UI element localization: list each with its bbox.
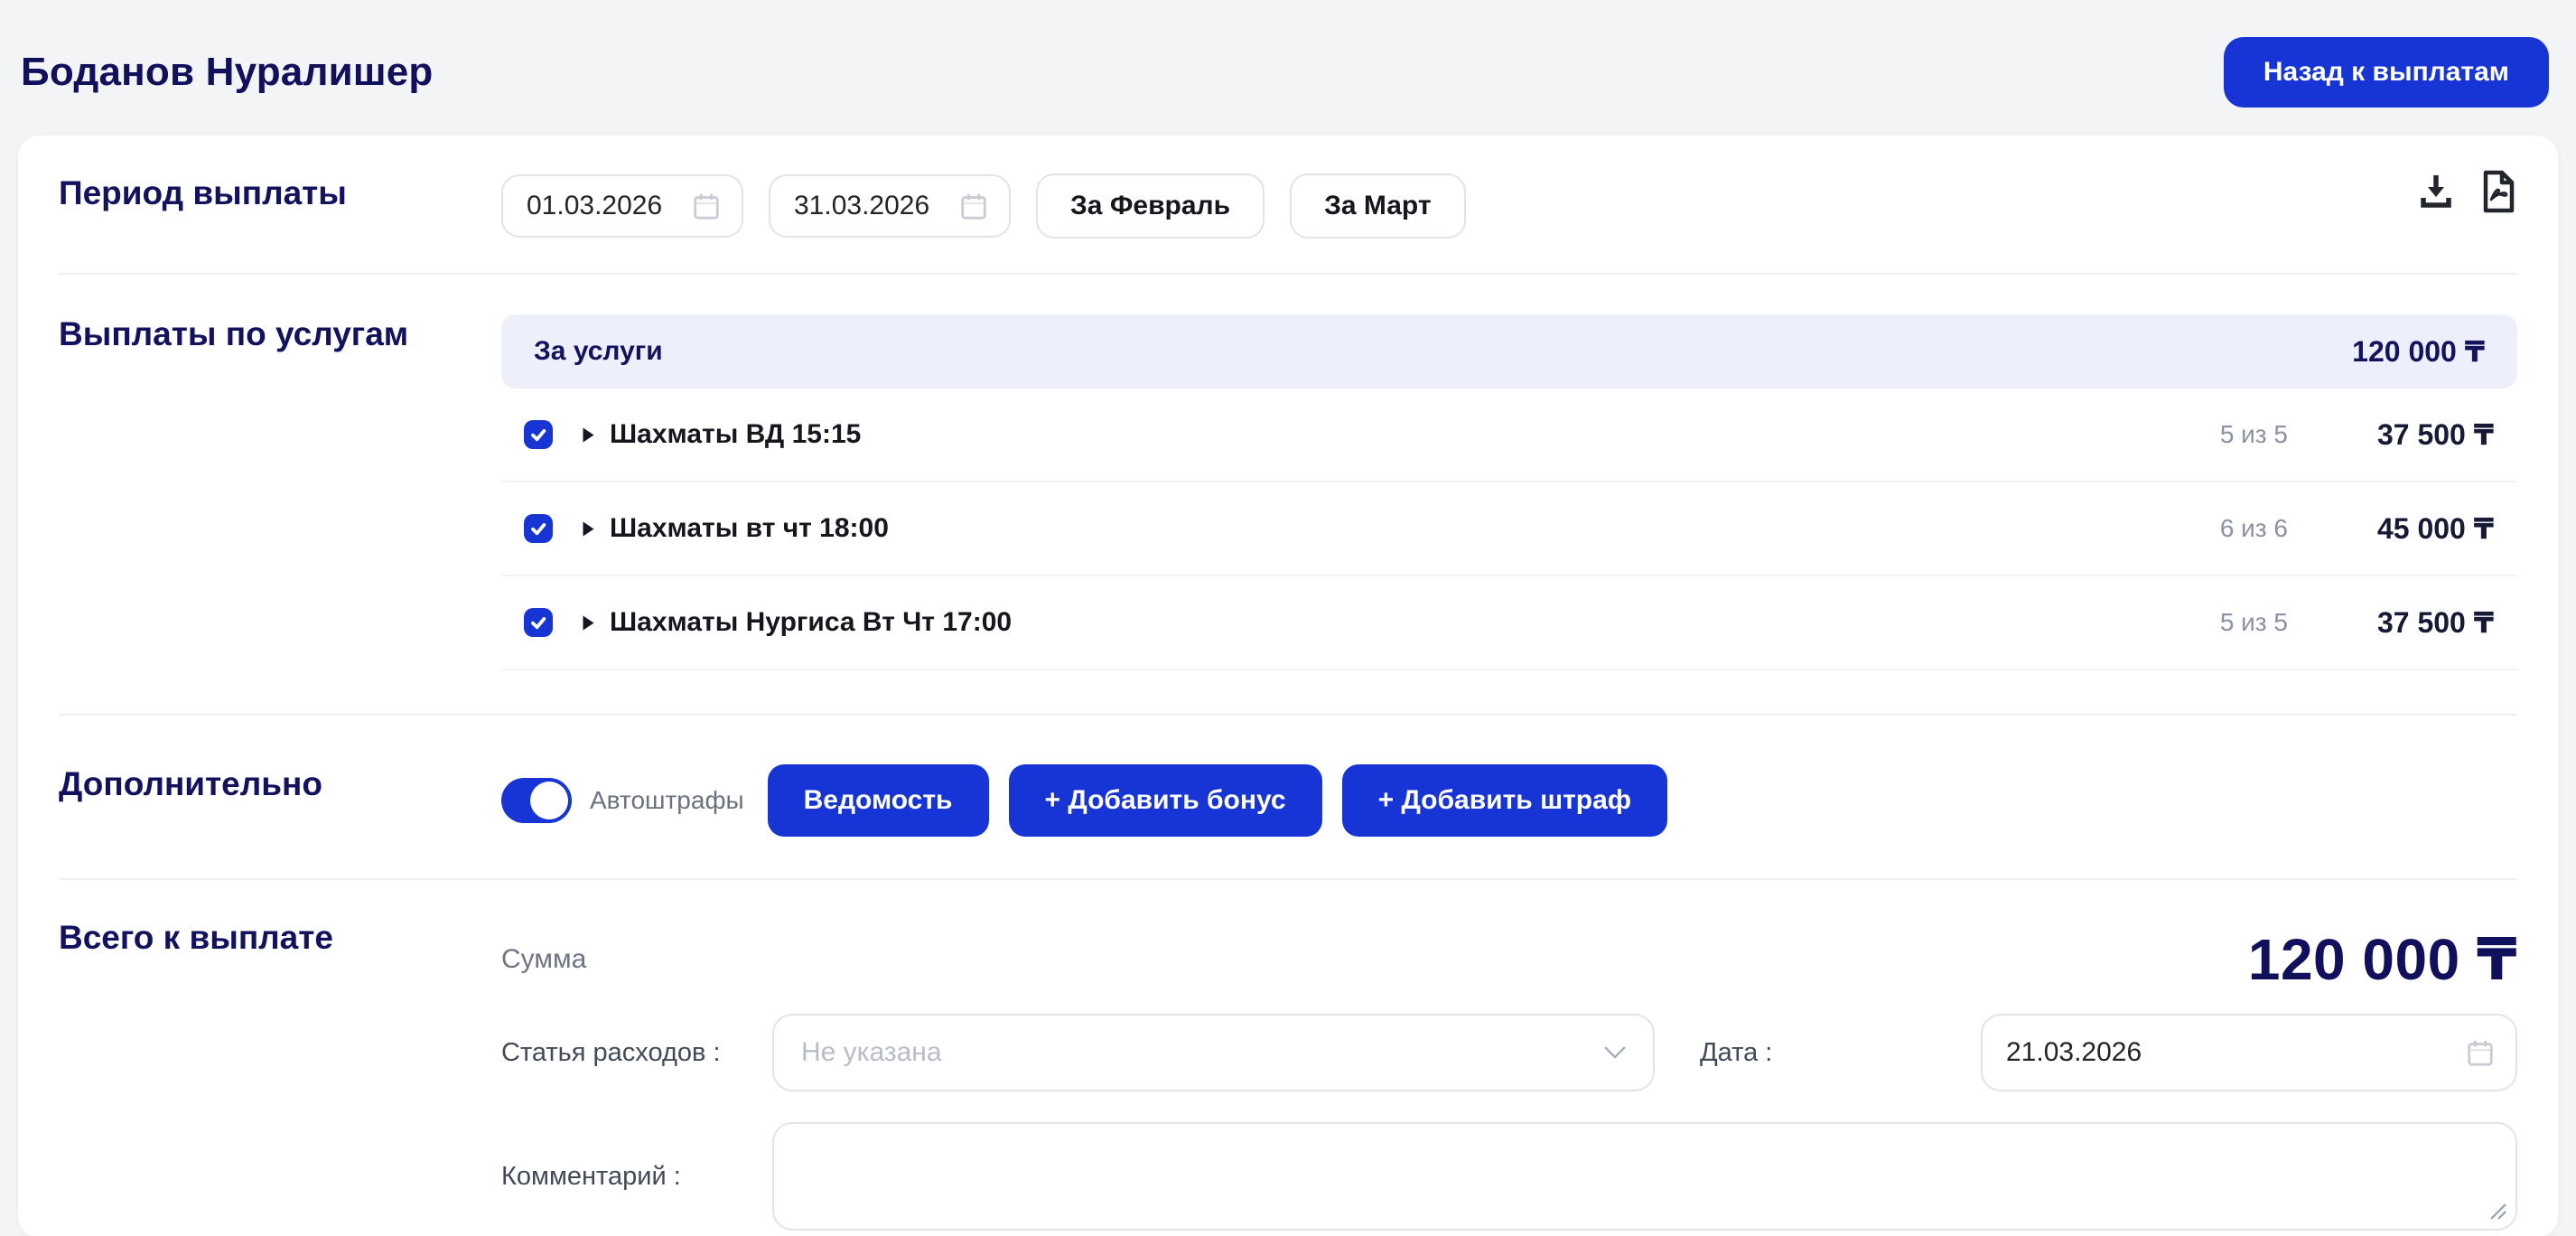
calendar-icon — [958, 191, 989, 221]
autofines-toggle[interactable] — [501, 778, 572, 823]
section-total: Всего к выплате Сумма 120 000 ₸ Статья р… — [59, 878, 2517, 1231]
service-checkbox[interactable] — [524, 608, 553, 637]
sum-row: Сумма 120 000 ₸ — [501, 918, 2517, 1001]
section-services: Выплаты по услугам За услуги 120 000 ₸ Ш… — [59, 273, 2517, 714]
services-group-title: За услуги — [534, 336, 663, 367]
service-amount: 37 500 ₸ — [2322, 605, 2494, 640]
payout-date-input[interactable]: 21.03.2026 — [1981, 1014, 2517, 1091]
calendar-icon — [2465, 1037, 2496, 1068]
service-name: Шахматы ВД 15:15 — [610, 419, 861, 450]
expand-arrow-icon[interactable] — [582, 426, 595, 444]
payout-date-label: Дата : — [1700, 1038, 1772, 1068]
service-name: Шахматы вт чт 18:00 — [610, 513, 889, 544]
for-february-button[interactable]: За Февраль — [1036, 173, 1265, 239]
export-pdf-button[interactable] — [2479, 170, 2517, 213]
chevron-down-icon — [1602, 1044, 1628, 1061]
section-period: Период выплаты 01.03.2026 31.03.2026 За … — [59, 136, 2517, 273]
page-title: Боданов Нуралишер — [21, 50, 433, 95]
services-spacer — [501, 670, 2517, 714]
add-fine-button[interactable]: + Добавить штраф — [1342, 764, 1667, 837]
sum-label: Сумма — [501, 944, 586, 975]
expense-category-label: Статья расходов : — [501, 1038, 772, 1068]
service-name: Шахматы Нургиса Вт Чт 17:00 — [610, 607, 1012, 638]
back-to-payments-button[interactable]: Назад к выплатам — [2224, 37, 2549, 108]
service-checkbox[interactable] — [524, 514, 553, 543]
add-bonus-button[interactable]: + Добавить бонус — [1009, 764, 1322, 837]
service-amount: 45 000 ₸ — [2322, 511, 2494, 546]
section-total-label: Всего к выплате — [59, 918, 501, 1231]
total-heading: Всего к выплате — [59, 918, 501, 958]
service-row: Шахматы ВД 15:15 5 из 5 37 500 ₸ — [501, 389, 2517, 482]
section-period-label: Период выплаты — [59, 173, 501, 239]
services-group-total: 120 000 ₸ — [2352, 334, 2485, 369]
expand-arrow-icon[interactable] — [582, 614, 595, 632]
period-start-date-input[interactable]: 01.03.2026 — [501, 174, 743, 238]
payout-card: Период выплаты 01.03.2026 31.03.2026 За … — [18, 136, 2558, 1236]
payout-date-value: 21.03.2026 — [2006, 1037, 2142, 1068]
period-end-date-value: 31.03.2026 — [794, 191, 929, 221]
services-heading: Выплаты по услугам — [59, 314, 501, 354]
check-icon — [527, 518, 549, 539]
page-header: Боданов Нуралишер Назад к выплатам — [0, 0, 2576, 136]
toggle-knob — [530, 782, 568, 819]
service-checkbox[interactable] — [524, 420, 553, 449]
expense-date-row: Статья расходов : Не указана Дата : 21.0… — [501, 1014, 2517, 1091]
service-count: 5 из 5 — [2220, 420, 2288, 449]
service-amount: 37 500 ₸ — [2322, 417, 2494, 452]
comment-row: Комментарий : — [501, 1122, 2517, 1231]
services-group-header[interactable]: За услуги 120 000 ₸ — [501, 314, 2517, 389]
period-heading: Период выплаты — [59, 173, 501, 213]
section-services-label: Выплаты по услугам — [59, 314, 501, 714]
section-extras: Дополнительно Автоштрафы Ведомость + Доб… — [59, 714, 2517, 878]
sheet-button[interactable]: Ведомость — [768, 764, 989, 837]
service-count: 6 из 6 — [2220, 514, 2288, 543]
check-icon — [527, 424, 549, 445]
expense-category-placeholder: Не указана — [801, 1037, 942, 1068]
autofines-label: Автоштрафы — [590, 786, 744, 815]
download-button[interactable] — [2416, 171, 2456, 212]
calendar-icon — [691, 191, 722, 221]
service-row: Шахматы Нургиса Вт Чт 17:00 5 из 5 37 50… — [501, 576, 2517, 670]
extras-heading: Дополнительно — [59, 764, 501, 804]
expand-arrow-icon[interactable] — [582, 520, 595, 538]
check-icon — [527, 612, 549, 633]
comment-field-wrap — [772, 1122, 2517, 1231]
download-icon — [2416, 201, 2456, 215]
section-extras-label: Дополнительно — [59, 764, 501, 837]
export-actions — [2416, 170, 2517, 213]
service-count: 5 из 5 — [2220, 608, 2288, 637]
comment-textarea[interactable] — [772, 1122, 2517, 1231]
comment-label: Комментарий : — [501, 1162, 772, 1192]
expense-category-select[interactable]: Не указана — [772, 1014, 1655, 1091]
period-end-date-input[interactable]: 31.03.2026 — [769, 174, 1011, 238]
for-march-button[interactable]: За Март — [1290, 173, 1465, 239]
pdf-file-icon — [2479, 202, 2517, 216]
service-row: Шахматы вт чт 18:00 6 из 6 45 000 ₸ — [501, 482, 2517, 576]
period-start-date-value: 01.03.2026 — [527, 191, 662, 221]
total-amount: 120 000 ₸ — [2248, 926, 2517, 994]
